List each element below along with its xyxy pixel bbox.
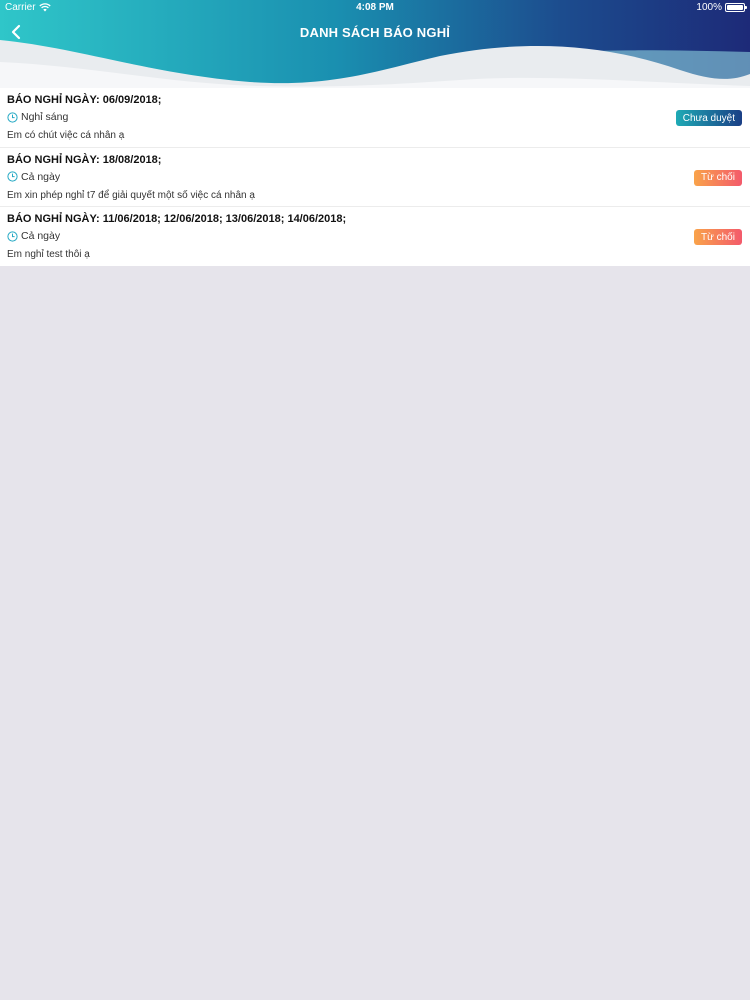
leave-dates: BÁO NGHỈ NGÀY: 06/09/2018; bbox=[7, 94, 162, 106]
leave-type: Nghỉ sáng bbox=[7, 111, 68, 123]
battery-percent: 100% bbox=[696, 2, 722, 13]
status-badge: Từ chối bbox=[694, 229, 742, 245]
leave-type: Cả ngày bbox=[7, 230, 60, 242]
leave-reason: Em có chút việc cá nhân ạ bbox=[7, 130, 125, 141]
page-title: DANH SÁCH BÁO NGHỈ bbox=[299, 25, 451, 40]
status-badge: Chưa duyệt bbox=[675, 110, 742, 126]
battery-icon bbox=[725, 3, 747, 12]
list-item[interactable]: BÁO NGHỈ NGÀY: 11/06/2018; 12/06/2018; 1… bbox=[0, 207, 750, 266]
list-item[interactable]: BÁO NGHỈ NGÀY: 06/09/2018; Nghỉ sáng Em … bbox=[0, 88, 750, 148]
status-badge: Từ chối bbox=[694, 169, 742, 186]
leave-reason: Em nghỉ test thôi ạ bbox=[7, 249, 90, 260]
leave-dates: BÁO NGHỈ NGÀY: 18/08/2018; bbox=[7, 153, 162, 166]
leave-type-label: Cả ngày bbox=[21, 230, 61, 242]
header: Carrier 4:08 PM 100% DANH SÁCH BÁO NGHỈ bbox=[0, 0, 750, 88]
leave-type-label: Nghỉ sáng bbox=[21, 111, 69, 123]
status-bar: Carrier 4:08 PM 100% bbox=[0, 0, 750, 16]
status-time: 4:08 PM bbox=[356, 2, 394, 13]
clock-icon bbox=[7, 171, 18, 182]
clock-icon bbox=[7, 230, 18, 242]
leave-dates: BÁO NGHỈ NGÀY: 11/06/2018; 12/06/2018; 1… bbox=[7, 213, 347, 225]
list-item[interactable]: BÁO NGHỈ NGÀY: 18/08/2018; Cả ngày Em xi… bbox=[0, 148, 750, 207]
leave-reason: Em xin phép nghỉ t7 để giải quyết một số… bbox=[7, 189, 255, 201]
clock-icon bbox=[7, 111, 18, 123]
leave-type: Cả ngày bbox=[7, 171, 60, 183]
leave-type-label: Cả ngày bbox=[21, 170, 61, 183]
leave-request-list: BÁO NGHỈ NGÀY: 06/09/2018; Nghỉ sáng Em … bbox=[0, 88, 750, 266]
status-battery: 100% bbox=[696, 2, 747, 13]
